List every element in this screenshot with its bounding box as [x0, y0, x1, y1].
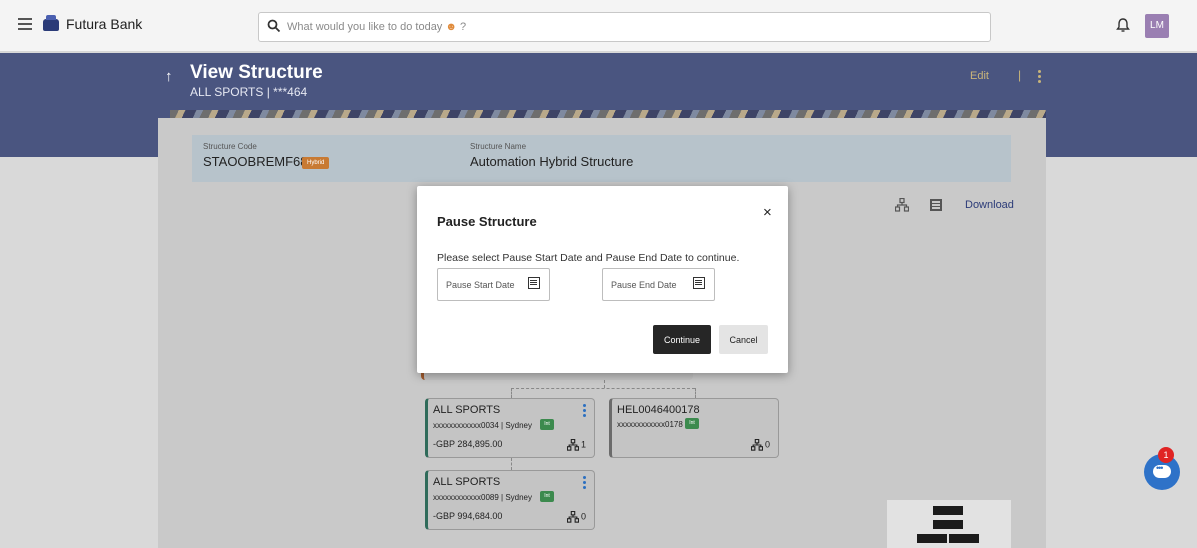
dialog-title: Pause Structure	[437, 214, 537, 229]
close-icon[interactable]: ×	[763, 204, 772, 221]
pause-end-date-placeholder: Pause End Date	[611, 280, 677, 290]
pause-end-date-field[interactable]: Pause End Date	[602, 268, 715, 301]
calendar-icon[interactable]	[693, 277, 705, 289]
calendar-icon[interactable]	[528, 277, 540, 289]
continue-button[interactable]: Continue	[653, 325, 711, 354]
pause-structure-dialog: Pause Structure × Please select Pause St…	[417, 186, 788, 373]
pause-start-date-field[interactable]: Pause Start Date	[437, 268, 550, 301]
pause-start-date-placeholder: Pause Start Date	[446, 280, 515, 290]
cancel-button[interactable]: Cancel	[719, 325, 768, 354]
dialog-message: Please select Pause Start Date and Pause…	[437, 252, 740, 264]
